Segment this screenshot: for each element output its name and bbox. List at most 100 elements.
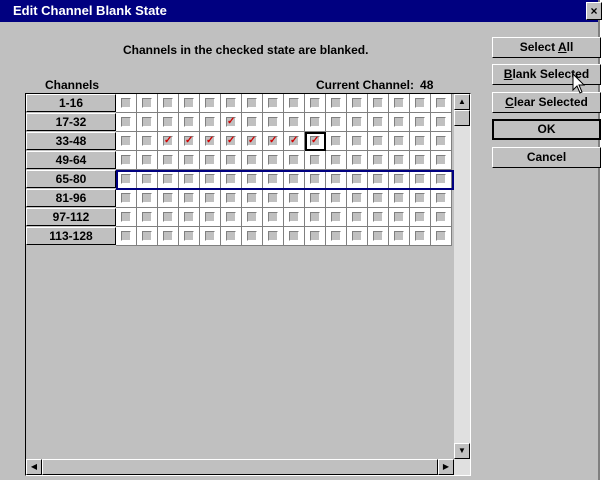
channel-checkbox[interactable] (205, 117, 215, 127)
channel-checkbox[interactable] (373, 231, 383, 241)
channel-checkbox[interactable] (205, 174, 215, 184)
channel-checkbox[interactable] (226, 155, 236, 165)
channel-cell[interactable]: ✓ (263, 132, 284, 151)
channel-checkbox[interactable] (373, 155, 383, 165)
channel-checkbox[interactable] (247, 193, 257, 203)
channel-checkbox[interactable] (394, 193, 404, 203)
channel-cell[interactable] (158, 227, 179, 246)
channel-cell[interactable] (368, 189, 389, 208)
row-header[interactable]: 17-32 (26, 113, 116, 131)
horizontal-scroll-thumb[interactable] (42, 459, 438, 475)
channel-checkbox[interactable] (142, 136, 152, 146)
channel-checkbox[interactable]: ✓ (226, 117, 236, 127)
channel-checkbox[interactable] (310, 117, 320, 127)
channel-cell[interactable] (347, 208, 368, 227)
channel-checkbox[interactable] (226, 174, 236, 184)
channel-cell[interactable] (116, 151, 137, 170)
channel-checkbox[interactable] (436, 193, 446, 203)
channel-cell[interactable] (263, 151, 284, 170)
close-button[interactable]: × (586, 2, 602, 20)
channel-cell[interactable] (242, 208, 263, 227)
channel-cell[interactable] (242, 170, 263, 189)
channel-checkbox[interactable] (205, 212, 215, 222)
channel-checkbox[interactable] (289, 117, 299, 127)
channel-checkbox[interactable] (352, 174, 362, 184)
channel-checkbox[interactable] (121, 174, 131, 184)
channel-cell[interactable] (221, 189, 242, 208)
channel-cell[interactable] (305, 227, 326, 246)
channel-cell[interactable] (389, 94, 410, 113)
channel-checkbox[interactable] (331, 231, 341, 241)
channel-checkbox[interactable] (373, 136, 383, 146)
channel-cell[interactable] (158, 94, 179, 113)
channel-checkbox[interactable] (394, 231, 404, 241)
channel-checkbox[interactable] (331, 136, 341, 146)
channel-cell[interactable] (368, 113, 389, 132)
channel-cell[interactable] (389, 151, 410, 170)
channel-cell[interactable] (137, 208, 158, 227)
channel-checkbox[interactable] (436, 212, 446, 222)
channel-cell[interactable] (368, 170, 389, 189)
channel-cell[interactable] (284, 170, 305, 189)
channel-cell[interactable] (242, 189, 263, 208)
channel-checkbox[interactable] (415, 174, 425, 184)
channel-cell[interactable] (410, 113, 431, 132)
channel-cell[interactable] (347, 151, 368, 170)
channel-checkbox[interactable] (268, 155, 278, 165)
channel-checkbox[interactable] (247, 212, 257, 222)
channel-checkbox[interactable] (226, 98, 236, 108)
channel-cell[interactable] (410, 151, 431, 170)
channel-checkbox[interactable] (394, 174, 404, 184)
channel-cell[interactable] (242, 94, 263, 113)
channel-cell[interactable] (158, 170, 179, 189)
channel-checkbox[interactable] (163, 231, 173, 241)
channel-cell[interactable] (410, 94, 431, 113)
channel-checkbox[interactable] (415, 117, 425, 127)
channel-checkbox[interactable] (142, 212, 152, 222)
channel-cell[interactable] (389, 132, 410, 151)
channel-checkbox[interactable] (373, 193, 383, 203)
select-all-button[interactable]: Select All (492, 37, 601, 58)
channel-checkbox[interactable] (310, 155, 320, 165)
row-header[interactable]: 49-64 (26, 151, 116, 169)
channel-cell[interactable] (410, 227, 431, 246)
channel-cell[interactable] (410, 189, 431, 208)
channel-checkbox[interactable]: ✓ (205, 136, 215, 146)
channel-checkbox[interactable]: ✓ (268, 136, 278, 146)
channel-checkbox[interactable] (415, 136, 425, 146)
channel-checkbox[interactable] (205, 231, 215, 241)
channel-cell[interactable] (137, 94, 158, 113)
channel-checkbox[interactable] (436, 117, 446, 127)
channel-checkbox[interactable] (205, 193, 215, 203)
channel-checkbox[interactable] (352, 98, 362, 108)
row-header[interactable]: 1-16 (26, 94, 116, 112)
channel-checkbox[interactable] (184, 155, 194, 165)
channel-cell[interactable] (200, 227, 221, 246)
channel-checkbox[interactable]: ✓ (163, 136, 173, 146)
channel-cell[interactable] (347, 227, 368, 246)
cancel-button[interactable]: Cancel (492, 147, 601, 168)
channel-cell[interactable] (431, 94, 452, 113)
row-header[interactable]: 97-112 (26, 208, 116, 226)
channel-checkbox[interactable] (163, 98, 173, 108)
channel-checkbox[interactable]: ✓ (184, 136, 194, 146)
channel-cell[interactable] (347, 113, 368, 132)
row-header[interactable]: 81-96 (26, 189, 116, 207)
channel-checkbox[interactable] (121, 117, 131, 127)
channel-cell[interactable] (368, 227, 389, 246)
channel-cell[interactable] (200, 94, 221, 113)
channel-cell[interactable] (389, 208, 410, 227)
channel-cell[interactable] (389, 227, 410, 246)
channel-cell[interactable] (347, 94, 368, 113)
row-header[interactable]: 65-80 (26, 170, 116, 188)
channel-checkbox[interactable] (184, 174, 194, 184)
channel-cell[interactable] (284, 151, 305, 170)
channel-checkbox[interactable] (184, 212, 194, 222)
channel-cell[interactable] (200, 113, 221, 132)
channel-cell[interactable] (221, 170, 242, 189)
channel-checkbox[interactable] (268, 212, 278, 222)
channel-cell[interactable] (284, 113, 305, 132)
channel-cell[interactable] (179, 170, 200, 189)
channel-cell[interactable] (284, 227, 305, 246)
channel-checkbox[interactable] (436, 231, 446, 241)
